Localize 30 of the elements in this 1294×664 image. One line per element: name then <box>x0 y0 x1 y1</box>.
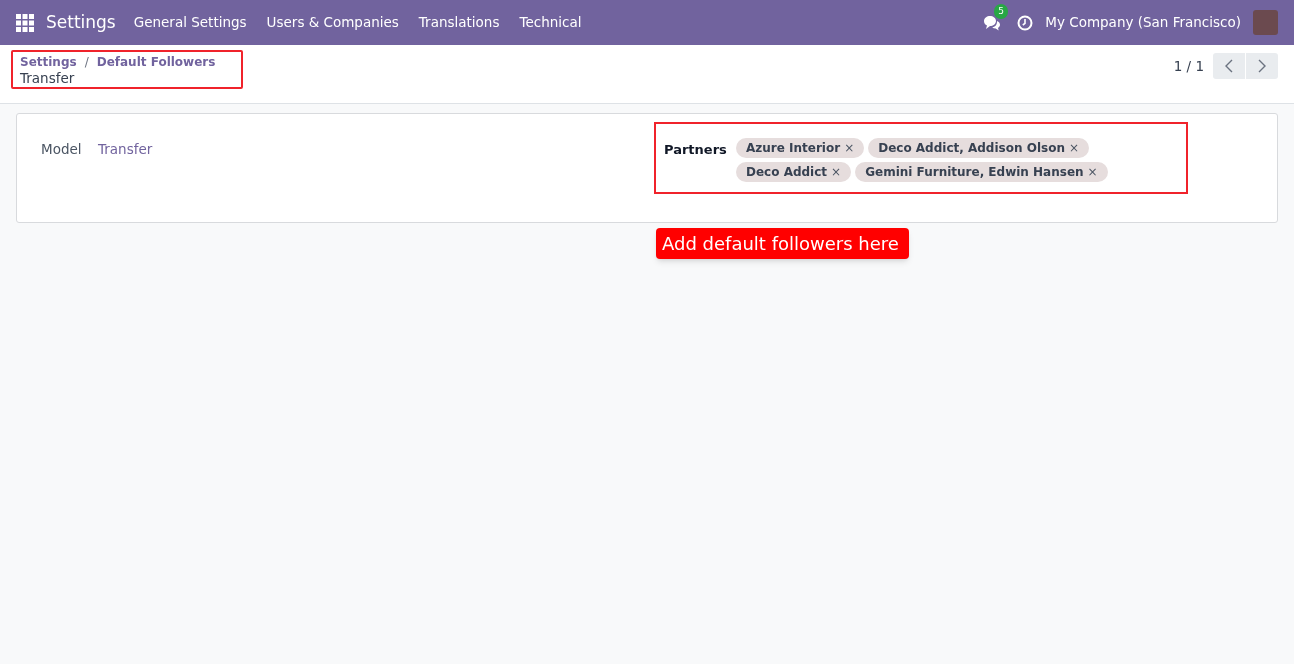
tag-remove-button[interactable]: × <box>844 139 855 157</box>
tag-label: Azure Interior <box>746 140 841 157</box>
apps-grid-icon[interactable] <box>16 13 34 32</box>
breadcrumb-link[interactable]: Settings <box>20 54 77 70</box>
tag-remove-button[interactable]: × <box>1087 163 1098 181</box>
chevron-right-icon <box>1258 59 1266 73</box>
tag-label: Deco Addict, Addison Olson <box>878 140 1065 157</box>
chat-icon[interactable] <box>983 14 1002 31</box>
menu-item[interactable]: Technical <box>509 12 592 33</box>
partners-field[interactable]: Azure Interior × Deco Addict, Addison Olson × Deco Addict × Gemini Furniture, Edwin Hansen × <box>736 138 1176 182</box>
tag-label: Gemini Furniture, Edwin Hansen <box>865 164 1084 181</box>
field-label: Partners <box>664 141 728 159</box>
menu-item[interactable]: Translations <box>408 12 510 33</box>
message-count-badge: 5 <box>994 3 1008 19</box>
company-switcher[interactable]: My Company (San Francisco) <box>1045 12 1241 33</box>
menu-item[interactable]: General Settings <box>123 12 257 33</box>
field-label: Model <box>41 140 83 159</box>
chevron-left-icon <box>1225 59 1233 73</box>
annotation-callout: Add default followers here <box>656 228 909 259</box>
tag-remove-button[interactable]: × <box>1068 139 1079 157</box>
breadcrumb-link[interactable]: Default Followers <box>96 54 216 70</box>
pager-value: 1 / 1 <box>1173 56 1204 76</box>
menu-item[interactable]: Users & Companies <box>256 12 409 33</box>
breadcrumb-current: Transfer <box>20 70 76 86</box>
tag-label: Deco Addict <box>746 164 828 181</box>
breadcrumb-separator: / <box>83 54 90 70</box>
tag-remove-button[interactable]: × <box>831 163 842 181</box>
clock-icon[interactable] <box>1017 14 1034 31</box>
model-link[interactable]: Transfer <box>98 139 153 160</box>
app-name[interactable]: Settings <box>46 9 116 36</box>
